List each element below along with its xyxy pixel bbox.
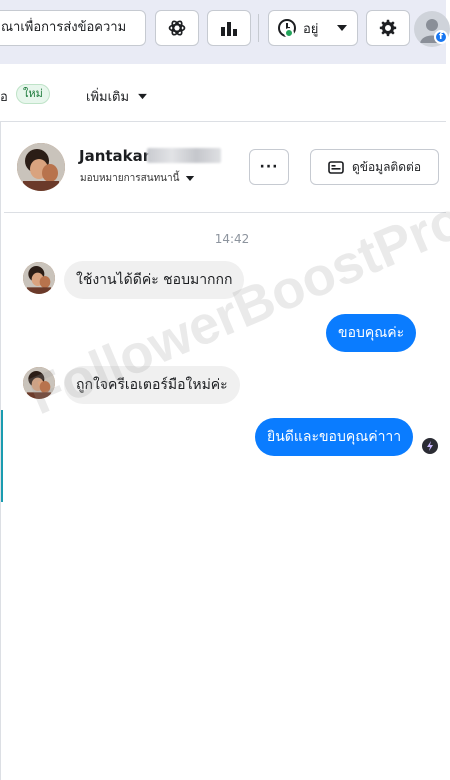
atom-icon	[168, 20, 186, 36]
assign-conversation-dropdown[interactable]: มอบหมายการสนทนานี้	[80, 171, 195, 186]
meta-ai-button[interactable]	[155, 10, 199, 46]
view-contact-label: ดูข้อมูลติดต่อ	[351, 159, 422, 174]
contact-card-icon	[328, 160, 344, 174]
caret-down-icon	[186, 176, 195, 181]
incoming-message[interactable]: ใช้งานได้ดีค่ะ ชอบมากกก	[64, 261, 245, 299]
contact-avatar[interactable]	[17, 143, 65, 191]
seen-receipt-icon	[422, 438, 438, 454]
bar-chart-icon	[221, 22, 237, 36]
inbox-filter-tabs: อ ใหม่ เพิ่มเติม	[0, 64, 446, 122]
incoming-message[interactable]: ถูกใจครีเอเตอร์มือใหม่ค่ะ	[64, 366, 240, 404]
contact-photo	[17, 143, 65, 191]
outgoing-message[interactable]: ยินดีและขอบคุณค่าาา	[255, 418, 414, 456]
view-contact-button[interactable]: ดูข้อมูลติดต่อ	[310, 149, 439, 185]
availability-dropdown[interactable]: อยู่	[268, 10, 358, 46]
online-status-dot	[284, 28, 294, 38]
sender-avatar	[23, 262, 55, 294]
facebook-badge-icon: f	[434, 30, 448, 44]
selection-accent	[1, 410, 3, 502]
ellipsis-icon: ···	[259, 159, 279, 175]
message-timestamp: 14:42	[214, 232, 250, 246]
outgoing-message[interactable]: ขอบคุณค่ะ	[326, 314, 417, 352]
caret-down-icon	[138, 93, 147, 100]
new-badge: ใหม่	[16, 84, 50, 104]
more-options-button[interactable]: ···	[249, 149, 289, 185]
insights-button[interactable]	[207, 10, 251, 46]
caret-down-icon	[337, 25, 348, 31]
assign-label: มอบหมายการสนทนานี้	[80, 173, 180, 184]
promote-messaging-button[interactable]: ณาเพื่อการส่งข้อความ	[0, 10, 146, 46]
tab-more[interactable]: เพิ่มเติม	[86, 86, 148, 107]
sender-avatar	[23, 367, 55, 399]
gear-icon	[379, 19, 397, 37]
availability-label: อยู่	[303, 21, 319, 37]
contact-name: Jantakan	[79, 147, 154, 165]
tab-partial[interactable]: อ	[0, 86, 8, 107]
redacted-surname	[147, 148, 221, 163]
toolbar-divider	[258, 14, 259, 42]
settings-button[interactable]	[366, 10, 410, 46]
top-toolbar: ณาเพื่อการส่งข้อความ อยู่ f	[0, 0, 450, 64]
tab-more-label: เพิ่มเติม	[86, 90, 130, 105]
conversation-header: Jantakan มอบหมายการสนทนานี้ ··· ดูข้อมูล…	[4, 123, 446, 213]
